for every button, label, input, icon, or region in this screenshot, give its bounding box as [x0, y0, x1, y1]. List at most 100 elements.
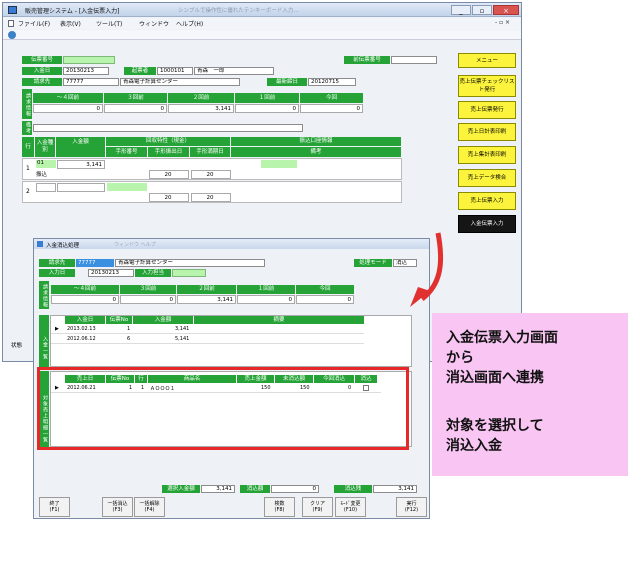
- payment-slip-input-button[interactable]: 入金伝票入力: [458, 215, 516, 233]
- sales-slip-issue-button[interactable]: 売上伝票発行: [458, 101, 516, 119]
- total-zan-label: 消込残: [334, 485, 372, 493]
- total-zan-value: 3,141: [373, 485, 417, 493]
- amount-cell[interactable]: [57, 183, 105, 192]
- dlg-billing-val-2: 3,141: [177, 295, 236, 304]
- denpyo-no-field[interactable]: [63, 56, 115, 64]
- daily-sales-print-button[interactable]: 売上日計表印刷: [458, 123, 516, 141]
- amount-cell[interactable]: 3,141: [57, 160, 105, 169]
- sales-summary-print-button[interactable]: 売上集計表印刷: [458, 146, 516, 164]
- date-cell-2[interactable]: 20: [191, 170, 231, 179]
- f8-check-button[interactable]: 検数 (F8): [264, 497, 295, 517]
- fkey-code: (F4): [144, 507, 155, 513]
- dlg-billing-side-label: 請求情報: [39, 281, 49, 309]
- f4-bulk-release-button[interactable]: 一括解除 (F4): [134, 497, 165, 517]
- creator-code-field[interactable]: 1000101: [157, 67, 193, 75]
- f10-mode-change-button[interactable]: ﾓｰﾄﾞ変更 (F10): [335, 497, 366, 517]
- highlight-box: [37, 367, 409, 450]
- type-code[interactable]: [36, 183, 56, 192]
- dlg-billing-col-0: ～４回前: [51, 285, 119, 294]
- dlg-date-label: 入力日: [39, 269, 75, 277]
- billing-col-4: 今回: [300, 93, 363, 103]
- creator-name-field: 青森 一郎: [194, 67, 274, 75]
- minimize-button[interactable]: _: [451, 5, 471, 15]
- menu-file[interactable]: ファイル(F): [18, 19, 50, 28]
- menu-button[interactable]: メニュー: [458, 53, 516, 68]
- detail-header-tegata-no: 手形番号: [106, 147, 147, 157]
- prev-denpyo-field[interactable]: [391, 56, 437, 64]
- table-row[interactable]: 2012.06.12 6 5,141: [51, 335, 364, 344]
- menu-bar: ファイル(F) 表示(V) ツール(T) ウィンドウ ヘルプ(H) - ▫ ×: [3, 18, 521, 29]
- f12-execute-button[interactable]: 実行 (F12): [396, 497, 427, 517]
- fkey-code: (F8): [274, 507, 285, 513]
- dlg-billing-val-0: 0: [51, 295, 119, 304]
- bank-highlight[interactable]: [261, 160, 297, 168]
- dlg-billing-col-2: ２回前: [177, 285, 236, 294]
- detail-header-type: 入金種別: [35, 137, 55, 157]
- menu-help[interactable]: ヘルプ(H): [176, 19, 203, 28]
- sales-data-check-button[interactable]: 売上データ検合: [458, 169, 516, 187]
- detail-header-bank: 振込口座情報: [231, 137, 401, 146]
- billing-info-side-label: 請求情報: [22, 89, 32, 119]
- denpyo-no-label: 伝票番号: [22, 56, 62, 64]
- window-title: 販売管理システム - [入金伝票入力]: [25, 8, 120, 15]
- maximize-button[interactable]: ▫: [472, 5, 492, 15]
- row-number: 1: [26, 165, 30, 172]
- doc-icon: [8, 20, 14, 27]
- dlg-person-label: 入力担当: [135, 269, 171, 277]
- fkey-code: (F10): [343, 507, 358, 513]
- date-cell-2[interactable]: 20: [191, 193, 231, 202]
- dlg-date-field[interactable]: 20130213: [88, 269, 134, 277]
- fkey-code: (F3): [112, 507, 123, 513]
- last-billing-field: 20120715: [308, 78, 356, 86]
- mdi-controls[interactable]: - ▫ ×: [495, 19, 510, 26]
- date-field[interactable]: 20130213: [63, 67, 109, 75]
- detail-row-1[interactable]: 1 01 振込 3,141 20 20: [22, 158, 402, 180]
- menu-view[interactable]: 表示(V): [60, 19, 81, 28]
- annotation-note: 入金伝票入力画面 から 消込画面へ連携 対象を選択して 消込入金: [432, 313, 628, 476]
- close-button[interactable]: ×: [493, 5, 519, 15]
- dialog-title-bar: 入金消込処理 ウィンドウ ヘルプ: [34, 239, 429, 249]
- note-line-3: 消込画面へ連携: [446, 370, 544, 386]
- dlg-billing-val-4: 0: [296, 295, 354, 304]
- f9-clear-button[interactable]: クリア (F9): [302, 497, 333, 517]
- type-name: 振込: [36, 172, 48, 178]
- dlg-person-field[interactable]: [172, 269, 206, 277]
- table-row[interactable]: ▶ 2013.02.13 1 3,141: [51, 325, 364, 334]
- dialog-title: 入金消込処理: [46, 243, 80, 249]
- billing-col-1: ３回前: [104, 93, 167, 103]
- date-cell-1[interactable]: 20: [149, 193, 189, 202]
- billing-val-3: 0: [235, 104, 299, 113]
- billing-val-4: 0: [300, 104, 363, 113]
- fkey-code: (F12): [404, 507, 419, 513]
- billing-col-0: ～４回前: [33, 93, 103, 103]
- dlg-client-code[interactable]: 77777: [76, 259, 114, 267]
- nyukin-amount: 5,141: [175, 336, 190, 342]
- detail-row-2[interactable]: 2 20 20: [22, 181, 402, 203]
- note-line-1: 入金伝票入力画面: [446, 330, 558, 346]
- title-bar: 販売管理システム - [入金伝票入力] シンプルで操作性に優れたテンキーボード入…: [3, 3, 521, 17]
- collect-highlight[interactable]: [107, 183, 147, 191]
- nyukin-header-date: 入金日: [65, 316, 105, 324]
- menu-tools[interactable]: ツール(T): [96, 19, 122, 28]
- toolbar-icon[interactable]: [8, 31, 16, 39]
- type-code[interactable]: 01: [36, 160, 56, 168]
- sales-slip-input-button[interactable]: 売上伝票入力: [458, 192, 516, 210]
- nyukin-amount: 3,141: [175, 326, 190, 332]
- menu-window[interactable]: ウィンドウ: [139, 19, 169, 28]
- dlg-client-name: 青森電子計算センター: [115, 259, 265, 267]
- sales-checklist-button[interactable]: 売上伝票チェックリスト発行: [458, 75, 516, 97]
- nyukin-list-side-label: 入金一覧: [39, 315, 49, 367]
- f3-bulk-keshikomi-button[interactable]: 一括消込 (F3): [102, 497, 133, 517]
- dlg-billing-val-1: 0: [120, 295, 176, 304]
- detail-header-biko: 備考: [231, 147, 401, 157]
- client-code-field[interactable]: 77777: [63, 78, 119, 86]
- date-cell-1[interactable]: 20: [149, 170, 189, 179]
- row-number: 2: [26, 188, 30, 195]
- remarks-field[interactable]: [33, 124, 303, 132]
- remarks-label: 備考: [22, 121, 32, 135]
- toolbar: [3, 30, 521, 40]
- f1-exit-button[interactable]: 終了 (F1): [39, 497, 70, 517]
- mode-label: 処理モード: [354, 259, 392, 267]
- billing-val-0: 0: [33, 104, 103, 113]
- nyukin-no: 6: [127, 336, 131, 342]
